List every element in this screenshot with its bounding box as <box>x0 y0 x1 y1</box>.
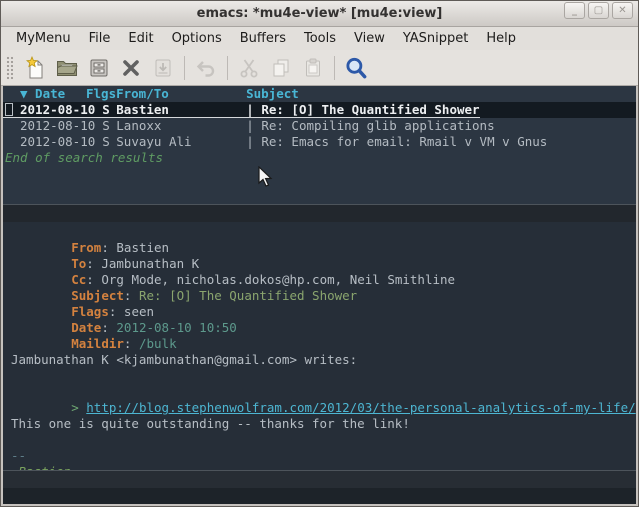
row-subject: | Re: Compiling glib applications <box>246 118 494 134</box>
save-icon <box>87 56 111 80</box>
search-icon <box>343 55 369 81</box>
modeline-view[interactable]: *mu4e-view* ( 1, 0) [All/372] [mu4e:view… <box>3 470 636 488</box>
body-quote-line: > http://blog.stephenwolfram.com/2012/03… <box>11 384 636 400</box>
toolbar-separator <box>227 56 228 80</box>
modeline-headers[interactable]: *mu4e-headers* ( 1, 0) [All/275] [mu4e-h… <box>3 204 636 222</box>
row-subject: | Re: [O] The Quantified Shower <box>246 102 479 117</box>
field-from-value: Bastien <box>116 240 169 255</box>
cut-button <box>235 54 263 82</box>
end-of-results-text: End of search results <box>3 150 636 166</box>
undo-button <box>192 54 220 82</box>
search-button[interactable] <box>342 54 370 82</box>
close-buffer-icon <box>119 56 143 80</box>
toolbar-grip <box>6 56 13 80</box>
titlebar: emacs: *mu4e-view* [mu4e:view] _ ▢ ✕ <box>1 1 638 27</box>
row-subject: | Re: Emacs for email: Rmail v VM v Gnus <box>246 134 547 150</box>
body-comment-line: This one is quite outstanding -- thanks … <box>11 416 636 432</box>
menu-options[interactable]: Options <box>163 29 231 48</box>
menu-yasnippet[interactable]: YASnippet <box>394 29 478 48</box>
message-row[interactable]: 2012-08-10 S Suvayu Ali | Re: Emacs for … <box>3 134 636 150</box>
menu-tools[interactable]: Tools <box>295 29 345 48</box>
save-all-button <box>149 54 177 82</box>
menu-help[interactable]: Help <box>477 29 525 48</box>
paste-icon <box>301 56 325 80</box>
cut-icon <box>237 56 261 80</box>
window-controls: _ ▢ ✕ <box>564 2 633 19</box>
minibuffer <box>3 488 636 504</box>
copy-button <box>267 54 295 82</box>
row-from: Lanoxx <box>116 118 246 134</box>
maximize-button[interactable]: ▢ <box>588 2 609 19</box>
row-flags: S <box>95 102 116 117</box>
field-to-value: Jambunathan K <box>101 256 199 271</box>
toolbar <box>1 50 638 86</box>
close-button[interactable]: ✕ <box>612 2 633 19</box>
undo-icon <box>194 56 218 80</box>
message-row[interactable]: 2012-08-10 S Lanoxx | Re: Compiling glib… <box>3 118 636 134</box>
new-file-icon <box>23 56 47 80</box>
menu-file[interactable]: File <box>80 29 120 48</box>
menu-view[interactable]: View <box>345 29 394 48</box>
row-date: 2012-08-10 <box>20 118 95 134</box>
column-from[interactable]: From/To <box>116 86 246 102</box>
minimize-button[interactable]: _ <box>564 2 585 19</box>
close-buffer-button[interactable] <box>117 54 145 82</box>
message-row-selected[interactable]: 2012-08-10 S Bastien | Re: [O] The Quant… <box>3 102 636 118</box>
body-intro-line: Jambunathan K <kjambunathan@gmail.com> w… <box>11 352 636 368</box>
save-all-icon <box>151 56 175 80</box>
field-flags-value: seen <box>124 304 154 319</box>
quote-prefix: > <box>71 400 86 415</box>
mu4e-view-window: From: Bastien To: Jambunathan K Cc: Org … <box>3 222 636 470</box>
toolbar-separator <box>334 56 335 80</box>
open-file-button[interactable] <box>53 54 81 82</box>
column-date[interactable]: ▼ Date <box>20 86 86 102</box>
headers-column-row: ▼ Date Flgs From/To Subject <box>3 86 636 102</box>
emacs-window: emacs: *mu4e-view* [mu4e:view] _ ▢ ✕ MyM… <box>0 0 639 507</box>
menu-buffers[interactable]: Buffers <box>231 29 295 48</box>
signature-separator: -- <box>11 448 636 464</box>
open-file-icon <box>55 56 79 80</box>
window-title: emacs: *mu4e-view* [mu4e:view] <box>1 6 638 21</box>
menu-mymenu[interactable]: MyMenu <box>7 29 80 48</box>
field-from: From: Bastien <box>11 224 636 240</box>
row-date: 2012-08-10 <box>20 134 95 150</box>
column-subject[interactable]: Subject <box>246 86 299 102</box>
menu-edit[interactable]: Edit <box>119 29 162 48</box>
menubar: MyMenu File Edit Options Buffers Tools V… <box>1 27 638 50</box>
toolbar-separator <box>184 56 185 80</box>
row-from: Bastien <box>116 102 246 117</box>
copy-icon <box>269 56 293 80</box>
field-maildir-value: /bulk <box>139 336 177 351</box>
mu4e-headers-window: ▼ Date Flgs From/To Subject 2012-08-10 S… <box>3 86 636 204</box>
row-date: 2012-08-10 <box>20 102 95 117</box>
field-subject-value: Re: [O] The Quantified Shower <box>139 288 357 303</box>
frame-content: ▼ Date Flgs From/To Subject 2012-08-10 S… <box>3 86 636 504</box>
emacs-cursor <box>5 103 13 116</box>
save-button[interactable] <box>85 54 113 82</box>
field-date-value: 2012-08-10 10:50 <box>116 320 236 335</box>
row-flags: S <box>95 134 116 150</box>
row-flags: S <box>95 118 116 134</box>
new-file-button[interactable] <box>21 54 49 82</box>
column-flags[interactable]: Flgs <box>86 86 116 102</box>
row-from: Suvayu Ali <box>116 134 246 150</box>
field-cc-value: Org Mode, nicholas.dokos@hp.com, Neil Sm… <box>101 272 455 287</box>
article-link[interactable]: http://blog.stephenwolfram.com/2012/03/t… <box>86 400 635 415</box>
paste-button <box>299 54 327 82</box>
